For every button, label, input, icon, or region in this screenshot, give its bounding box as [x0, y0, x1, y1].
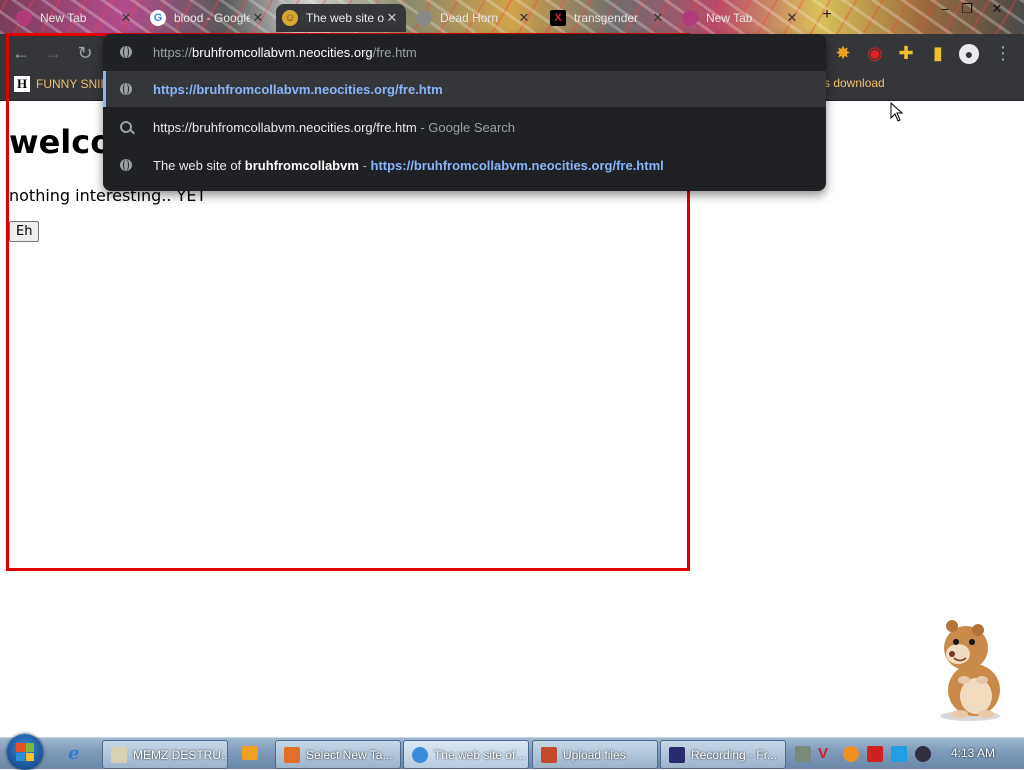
- monitor-icon[interactable]: [891, 746, 907, 762]
- extensions-icon[interactable]: ✚: [895, 42, 917, 64]
- record-icon[interactable]: ◉: [864, 42, 886, 64]
- menu-icon[interactable]: ⋮: [992, 42, 1014, 64]
- title-bar: New Tab ✕ G blood - Google Search ✕ ☺ Th…: [0, 0, 1024, 34]
- suggestion-suffix: - Google Search: [420, 119, 516, 135]
- bookmark-download[interactable]: s download: [824, 76, 885, 90]
- globe-icon: [119, 45, 133, 59]
- address-input[interactable]: https://bruhfromcollabvm.neocities.org/f…: [103, 34, 826, 70]
- close-icon[interactable]: ✕: [516, 10, 532, 26]
- start-button[interactable]: [7, 734, 43, 770]
- app-icon: [111, 746, 127, 763]
- ie-icon[interactable]: e: [68, 744, 88, 764]
- taskbar-recording[interactable]: Recording - Fr...: [660, 740, 786, 769]
- tab-1[interactable]: New Tab ✕: [10, 4, 140, 32]
- address-host: bruhfromcollabvm.neocities.org: [192, 44, 373, 60]
- clock[interactable]: 4:13 AM: [951, 746, 995, 760]
- google-icon: G: [150, 10, 166, 26]
- tab-title: transgender: [574, 11, 639, 25]
- taskbar-label: The web site of...: [434, 747, 526, 762]
- tab-3[interactable]: ☺ The web site of bruhfromcollabvm ✕: [276, 4, 406, 32]
- chrome-icon: [682, 10, 698, 26]
- address-scheme: https://: [153, 44, 193, 60]
- taskbar-memz[interactable]: MEMZ DESTRU...: [102, 740, 228, 769]
- suggestion-bold: bruhfromcollabvm: [244, 157, 359, 173]
- globe-icon: [119, 82, 133, 96]
- minimize-icon[interactable]: –: [934, 0, 956, 18]
- app-icon: [669, 746, 685, 763]
- cursor-icon: [890, 102, 904, 122]
- maximize-icon[interactable]: ❐: [956, 0, 978, 18]
- suggestion-text: https://bruhfromcollabvm.neocities.org/f…: [153, 119, 417, 135]
- address-path: /fre.htm: [372, 44, 417, 60]
- suggestion-url[interactable]: https://bruhfromcollabvm.neocities.org/f…: [103, 71, 826, 107]
- extension-star-icon[interactable]: ✸: [832, 42, 854, 64]
- taskbar-upload-files[interactable]: Upload files: [532, 740, 658, 769]
- suggestion-text: https://bruhfromcollabvm.neocities.org/f…: [153, 81, 443, 97]
- app-icon: [284, 746, 300, 763]
- taskbar-label: MEMZ DESTRU...: [133, 747, 228, 762]
- hamster-mascot: [940, 620, 1000, 721]
- windows-logo-icon: [16, 743, 34, 761]
- tab-title: New Tab: [706, 11, 753, 25]
- bookmark-label: s download: [824, 76, 885, 90]
- tab-4[interactable]: Dead Horn ✕: [410, 4, 538, 32]
- tab-title: Dead Horn: [440, 11, 499, 25]
- omnibox-dropdown: https://bruhfromcollabvm.neocities.org/f…: [103, 34, 826, 191]
- taskbar-select-new-tab[interactable]: Select New Ta...: [275, 740, 401, 769]
- globe-icon: [119, 158, 133, 172]
- tab-title: New Tab: [40, 11, 87, 25]
- taskbar-label: Upload files: [563, 747, 626, 762]
- x-icon: X: [550, 10, 566, 26]
- neocities-icon: ☺: [282, 10, 298, 26]
- suggestion-link: https://bruhfromcollabvm.neocities.org/f…: [370, 157, 664, 173]
- close-icon[interactable]: ✕: [650, 10, 666, 26]
- close-icon[interactable]: ✕: [250, 10, 266, 26]
- close-icon[interactable]: ✕: [384, 10, 400, 26]
- suggestion-prefix: The web site of: [153, 157, 242, 173]
- sound-icon[interactable]: [915, 746, 931, 762]
- profile-icon[interactable]: ●: [958, 42, 980, 64]
- search-icon: [119, 120, 133, 134]
- flag-icon[interactable]: [867, 746, 883, 762]
- suggestion-history[interactable]: The web site of bruhfromcollabvm - https…: [103, 147, 826, 183]
- tab-title: The web site of bruhfromcollabvm: [306, 11, 384, 25]
- side-panel-icon[interactable]: ▮: [927, 42, 949, 64]
- new-tab-icon[interactable]: +: [816, 6, 838, 24]
- suggestion-search[interactable]: https://bruhfromcollabvm.neocities.org/f…: [103, 109, 826, 145]
- taskbar-label: Recording - Fr...: [691, 747, 778, 762]
- network-icon[interactable]: [795, 746, 811, 762]
- tab-6[interactable]: New Tab ✕: [676, 4, 806, 32]
- close-icon[interactable]: ✕: [784, 10, 800, 26]
- suggestion-separator: -: [362, 157, 367, 173]
- close-window-icon[interactable]: ✕: [986, 0, 1008, 18]
- app-icon: [541, 746, 557, 763]
- media-player-icon[interactable]: [242, 746, 258, 760]
- search-tray-icon[interactable]: [843, 746, 859, 762]
- chrome-icon: [16, 10, 32, 26]
- close-icon[interactable]: ✕: [118, 10, 134, 26]
- chrome-icon: [412, 746, 428, 763]
- tab-5[interactable]: X transgender ✕: [544, 4, 672, 32]
- taskbar-chrome[interactable]: The web site of...: [403, 740, 529, 769]
- taskbar: e MEMZ DESTRU... Select New Ta... The we…: [0, 734, 1024, 770]
- taskbar-label: Select New Ta...: [306, 747, 393, 762]
- v-icon[interactable]: V: [818, 746, 834, 762]
- tab-title: blood - Google Search: [174, 11, 250, 25]
- tab-2[interactable]: G blood - Google Search ✕: [144, 4, 272, 32]
- page-icon: [416, 10, 432, 26]
